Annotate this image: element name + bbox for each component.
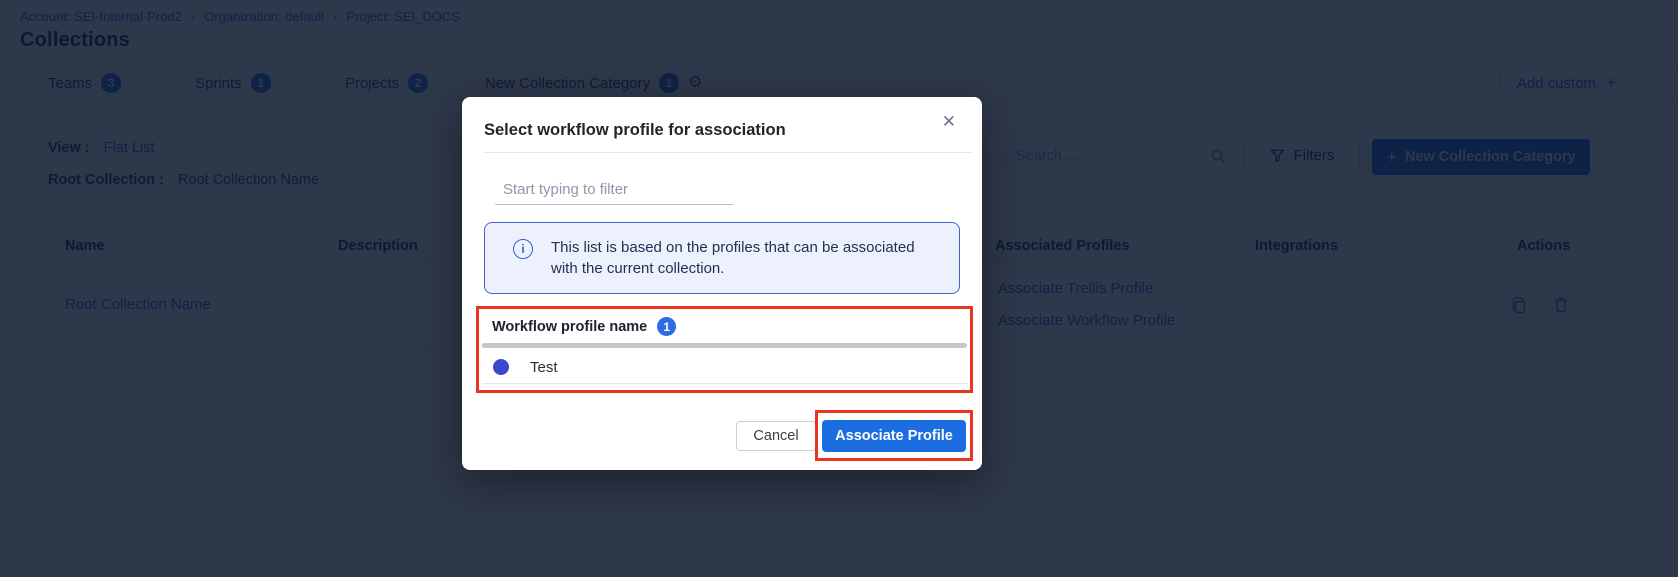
modal-title: Select workflow profile for association bbox=[484, 121, 786, 140]
workflow-profile-list-highlight-box: Workflow profile name 1 Test bbox=[476, 306, 973, 393]
profile-filter-input[interactable] bbox=[495, 177, 733, 205]
radio-selected-icon[interactable] bbox=[493, 359, 509, 375]
divider bbox=[482, 383, 967, 384]
associate-profile-highlight-box: Associate Profile bbox=[815, 410, 973, 461]
profile-option-label: Test bbox=[530, 359, 558, 376]
info-text: This list is based on the profiles that … bbox=[551, 237, 931, 293]
cancel-button[interactable]: Cancel bbox=[736, 421, 816, 451]
section-header-label: Workflow profile name bbox=[492, 319, 647, 335]
divider bbox=[482, 343, 967, 348]
info-callout: i This list is based on the profiles tha… bbox=[484, 222, 960, 294]
divider bbox=[484, 152, 972, 153]
collections-page: Account: SEI-Internal-Prod2 › Organizati… bbox=[0, 0, 1678, 577]
profile-option-test[interactable]: Test bbox=[479, 351, 970, 383]
close-icon[interactable]: ✕ bbox=[942, 112, 956, 132]
count-badge: 1 bbox=[657, 317, 676, 336]
workflow-profile-modal: Select workflow profile for association … bbox=[462, 97, 982, 470]
associate-profile-button[interactable]: Associate Profile bbox=[822, 420, 966, 452]
section-header: Workflow profile name 1 bbox=[492, 317, 676, 336]
info-icon: i bbox=[513, 239, 533, 259]
